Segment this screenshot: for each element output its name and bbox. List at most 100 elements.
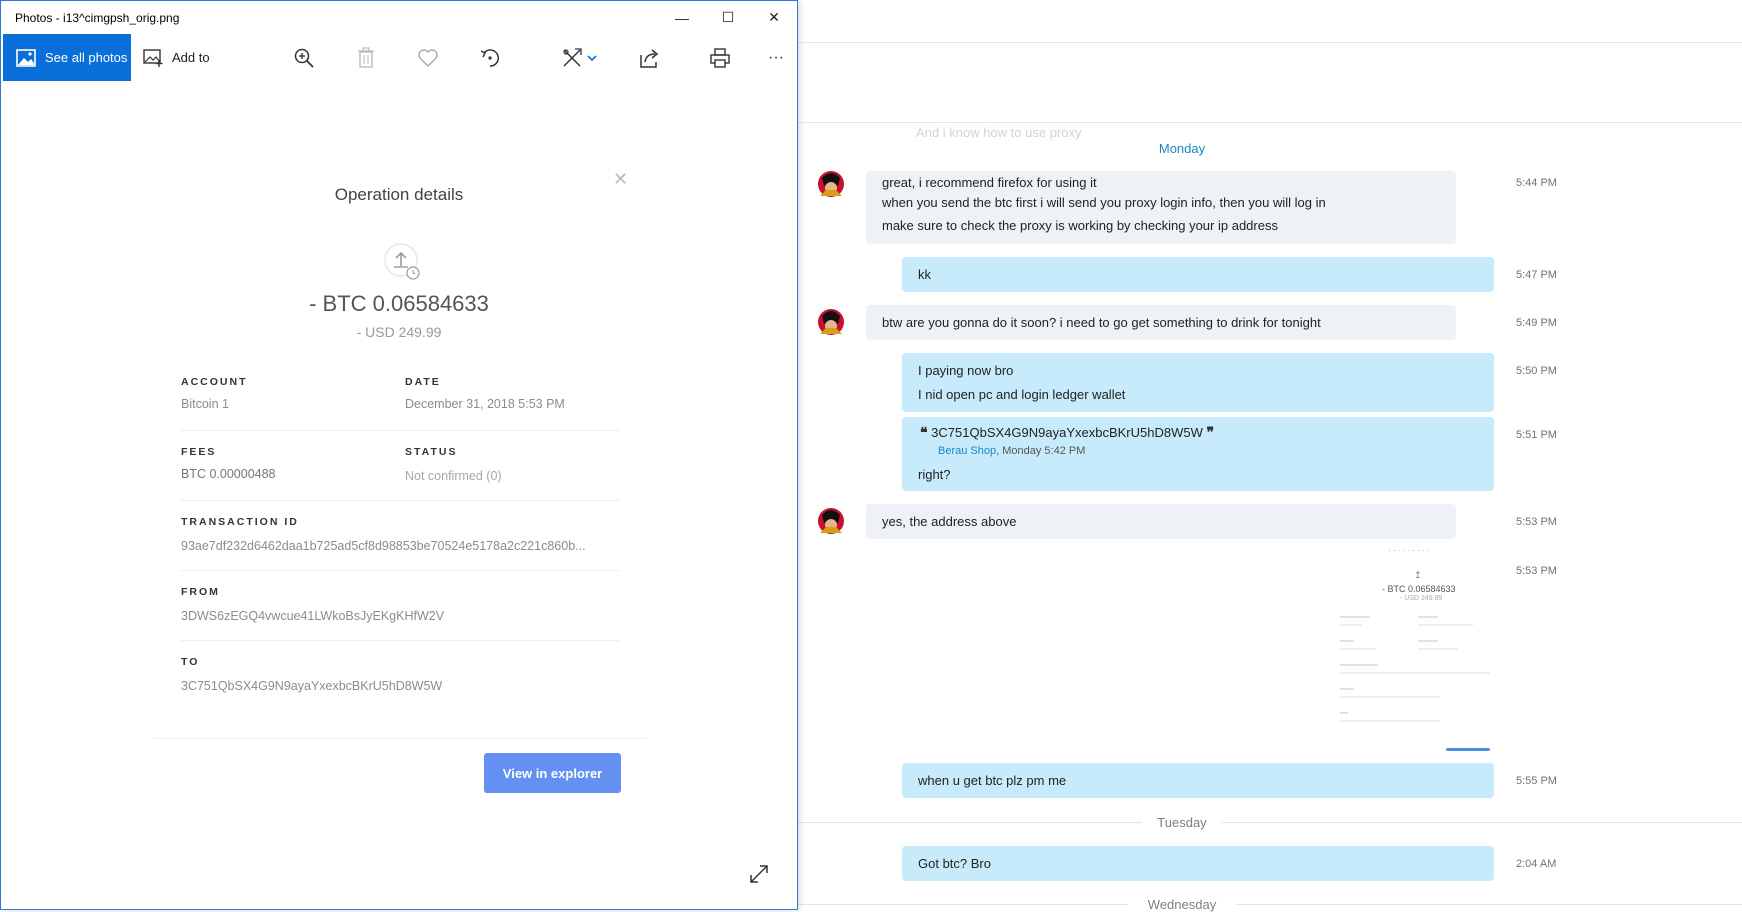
message-time: 2:04 AM: [1516, 858, 1557, 870]
field-divider: [181, 640, 619, 641]
rotate-icon: [480, 49, 499, 67]
contact-avatar[interactable]: [816, 306, 846, 338]
from-label: FROM: [181, 586, 220, 598]
fees-label: FEES: [181, 446, 217, 458]
message-outgoing[interactable]: kk: [902, 257, 1494, 292]
chevron-down-icon: [587, 55, 597, 62]
chat-header-divider: [798, 42, 1742, 43]
transaction-id-label: TRANSACTION ID: [181, 516, 299, 528]
close-quote-icon: ❞: [1206, 425, 1215, 441]
title-bar[interactable]: Photos - i13^cimgpsh_orig.png — ☐ ✕: [1, 1, 797, 34]
message-incoming[interactable]: yes, the address above: [866, 504, 1456, 539]
message-outgoing-quote[interactable]: ❝ 3C751QbSX4G9N9ayaYxexbcBKrU5hD8W5W ❞ B…: [902, 417, 1494, 491]
message-time: 5:44 PM: [1516, 177, 1557, 189]
share-icon: [640, 49, 659, 68]
add-to-label: Add to: [172, 50, 210, 65]
edit-create-button[interactable]: [557, 45, 601, 71]
message-time: 5:53 PM: [1516, 565, 1557, 577]
operation-close-icon: ✕: [613, 169, 629, 189]
message-outgoing[interactable]: Got btc? Bro: [902, 846, 1494, 881]
day-separator-line: [798, 904, 1128, 905]
zoom-in-button[interactable]: [291, 45, 317, 71]
to-address: 3C751QbSX4G9N9ayaYxexbcBKrU5hD8W5W: [181, 679, 443, 693]
message-time: 5:50 PM: [1516, 365, 1557, 377]
message-time: 5:49 PM: [1516, 317, 1557, 329]
faded-message: And i know how to use proxy: [916, 125, 1082, 140]
add-to-button[interactable]: Add to: [143, 34, 210, 81]
day-separator-monday: Monday: [1158, 141, 1206, 156]
thumbnail-usd: - USD 249.99: [1400, 595, 1443, 602]
photos-toolbar: See all photos Add to ···: [1, 34, 797, 81]
message-text: Got btc? Bro: [918, 856, 991, 871]
favorite-button[interactable]: [415, 45, 441, 71]
message-text: I paying now bro: [918, 363, 1014, 378]
footer-divider: [153, 738, 645, 739]
open-quote-icon: ❝: [920, 425, 928, 441]
thumbnail-progress-bar: [1446, 748, 1490, 751]
window-title: Photos - i13^cimgpsh_orig.png: [15, 11, 180, 25]
more-icon: ···: [768, 49, 784, 66]
chat-header-divider-2: [798, 122, 1742, 123]
fees-value: BTC 0.00000488: [181, 467, 276, 481]
field-divider: [181, 570, 619, 571]
photos-icon: [16, 48, 36, 67]
heart-icon: [418, 49, 438, 67]
message-text: great, i recommend firefox for using it: [882, 175, 1097, 190]
quote-author-link[interactable]: Berau Shop: [938, 445, 996, 457]
contact-avatar[interactable]: [816, 505, 846, 537]
message-outgoing[interactable]: when u get btc plz pm me: [902, 763, 1494, 798]
message-text: when u get btc plz pm me: [918, 773, 1067, 788]
zoom-in-icon: [294, 48, 314, 68]
status-value: Not confirmed (0): [405, 469, 502, 483]
close-icon: ✕: [768, 9, 780, 25]
message-text: when you send the btc first i will send …: [882, 195, 1326, 210]
field-divider: [181, 500, 619, 501]
operation-usd-amount: - USD 249.99: [356, 324, 442, 340]
date-value: December 31, 2018 5:53 PM: [405, 397, 565, 411]
print-button[interactable]: [707, 45, 733, 71]
status-label: STATUS: [405, 446, 458, 458]
minimize-icon: —: [675, 9, 689, 26]
quote-attribution: Berau Shop, Monday 5:42 PM: [938, 445, 1085, 457]
message-time: 5:53 PM: [1516, 516, 1557, 528]
message-incoming[interactable]: great, i recommend firefox for using it …: [866, 171, 1456, 244]
photos-window: Photos - i13^cimgpsh_orig.png — ☐ ✕ See …: [0, 0, 798, 910]
quote-date: , Monday 5:42 PM: [996, 445, 1086, 457]
minimize-button[interactable]: —: [659, 1, 705, 34]
expand-icon[interactable]: [748, 863, 770, 885]
contact-avatar[interactable]: [816, 168, 846, 200]
close-button[interactable]: ✕: [751, 1, 797, 34]
message-text: btw are you gonna do it soon? i need to …: [882, 315, 1321, 330]
quoted-message: ❝ 3C751QbSX4G9N9ayaYxexbcBKrU5hD8W5W ❞: [920, 425, 1214, 441]
upload-clock-icon: [384, 243, 420, 280]
quoted-text: 3C751QbSX4G9N9ayaYxexbcBKrU5hD8W5W: [931, 425, 1203, 440]
message-text: kk: [918, 267, 931, 282]
day-separator-line: [1222, 822, 1742, 823]
field-divider: [181, 430, 619, 431]
message-time: 5:51 PM: [1516, 429, 1557, 441]
date-label: DATE: [405, 376, 441, 388]
see-all-photos-button[interactable]: See all photos: [3, 34, 131, 81]
share-button[interactable]: [637, 45, 663, 71]
account-value: Bitcoin 1: [181, 397, 229, 411]
message-text: yes, the address above: [882, 514, 1017, 529]
message-outgoing[interactable]: I paying now bro I nid open pc and login…: [902, 353, 1494, 412]
operation-amount: - BTC 0.06584633: [309, 291, 489, 316]
to-label: TO: [181, 656, 200, 668]
add-to-album-icon: [143, 48, 163, 67]
message-incoming[interactable]: btw are you gonna do it soon? i need to …: [866, 305, 1456, 340]
operation-details-title: Operation details: [334, 185, 464, 204]
thumbnail-amount: - BTC 0.06584633: [1382, 584, 1456, 594]
maximize-button[interactable]: ☐: [705, 1, 751, 34]
delete-button[interactable]: [353, 45, 379, 71]
image-attachment-thumbnail[interactable]: · · · · · · · · · ↥ - BTC 0.06584633 - U…: [1340, 548, 1490, 748]
message-text: right?: [918, 467, 951, 482]
more-options-button[interactable]: ···: [763, 45, 789, 71]
maximize-icon: ☐: [721, 9, 735, 25]
edit-icon: [563, 48, 582, 67]
rotate-button[interactable]: [477, 45, 503, 71]
day-separator-line: [1236, 904, 1742, 905]
view-in-explorer-button: View in explorer: [484, 753, 621, 793]
message-time: 5:47 PM: [1516, 269, 1557, 281]
account-label: ACCOUNT: [181, 376, 248, 388]
